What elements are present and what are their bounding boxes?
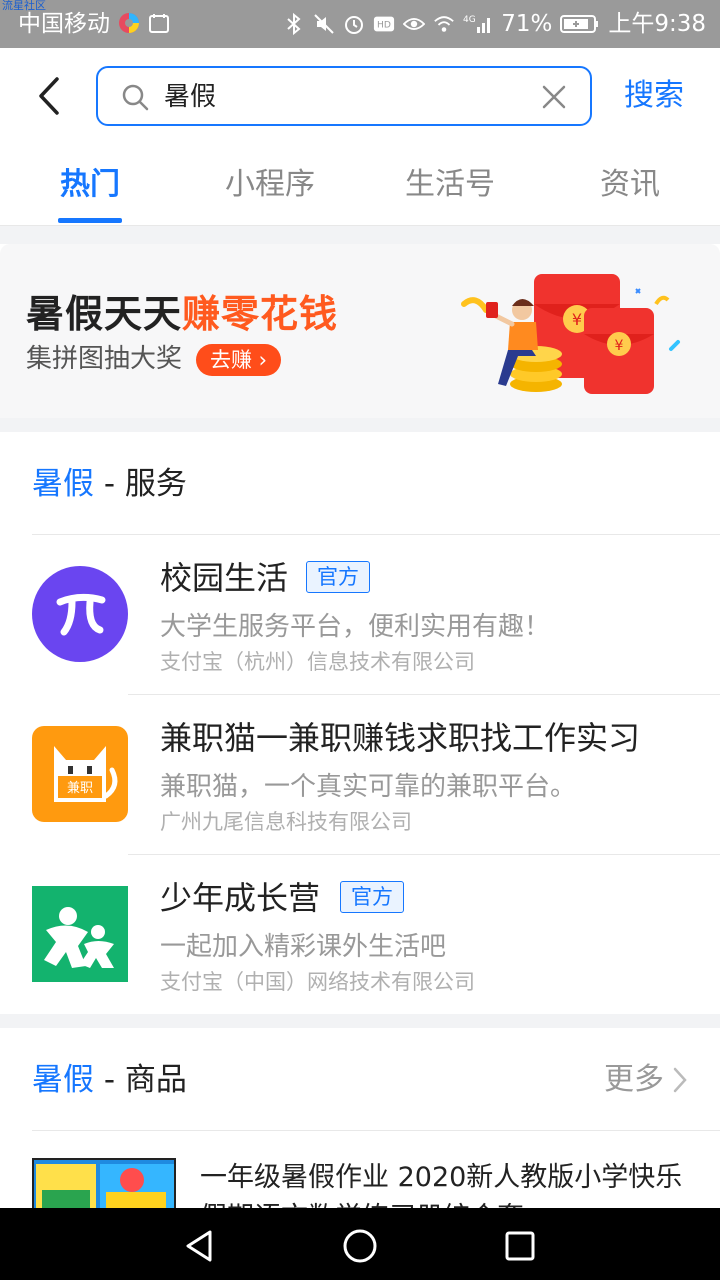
service-name: 兼职猫一兼职赚钱求职找工作实习 [160,719,641,757]
calendar-icon [148,12,170,34]
separator [0,226,720,244]
divider [32,1130,720,1131]
carrier-name: 中国移动 [18,11,110,37]
service-description: 兼职猫，一个真实可靠的兼职平台。 [160,772,577,802]
banner-cta-button[interactable]: 去赚 › [196,344,282,376]
svg-text:4G: 4G [463,15,476,25]
service-company: 广州九尾信息科技有限公司 [160,810,412,834]
divider [128,694,720,695]
nav-home-icon[interactable] [340,1226,380,1266]
battery-percent: 71% [501,11,553,37]
mute-icon [313,13,335,35]
search-header: 暑假 搜索 [0,48,720,148]
clock-time: 上午9:38 [608,11,706,37]
category-tabs: 热门 小程序 生活号 资讯 [0,148,720,226]
youth-camp-icon [32,886,128,982]
official-badge: 官方 [306,561,370,593]
more-button[interactable]: 更多 [604,1060,688,1100]
more-label: 更多 [604,1062,664,1097]
banner-subtitle: 集拼图抽大奖 [26,344,183,374]
hd-icon: HD [373,13,395,35]
alarm-icon [343,13,365,35]
back-button[interactable] [28,74,68,118]
service-name: 校园生活 [160,559,289,597]
workbook-cover-image [34,1160,174,1208]
chevron-right-icon [673,1067,687,1093]
divider [128,854,720,855]
wifi-icon [433,13,455,35]
chevron-left-icon [39,77,59,115]
svg-text:¥: ¥ [572,310,582,329]
signal-icon: 4G [463,13,493,35]
services-section-title: 暑假 - 服务 [32,466,187,502]
banner-title: 暑假天天赚零花钱 [26,292,339,336]
service-company: 支付宝（杭州）信息技术有限公司 [160,650,475,674]
goods-section-title: 暑假 - 商品 [32,1062,187,1098]
promo-banner[interactable]: 暑假天天赚零花钱 集拼图抽大奖 去赚 › ¥ ¥ [0,244,720,418]
tab-hot[interactable]: 热门 [0,166,180,204]
system-nav-bar [0,1208,720,1280]
service-company: 支付宝（中国）网络技术有限公司 [160,970,475,994]
search-query[interactable]: 暑假 [164,80,216,114]
eye-icon [403,13,426,35]
part-time-cat-icon: 兼职 [32,726,128,822]
product-thumbnail[interactable] [32,1158,176,1210]
active-tab-indicator [58,218,122,223]
nav-back-icon[interactable] [180,1226,220,1266]
svg-text:HD: HD [377,20,391,31]
service-description: 大学生服务平台，便利实用有趣！ [160,612,551,642]
clear-icon[interactable] [540,83,568,111]
search-button[interactable]: 搜索 [624,76,684,116]
nav-recents-icon[interactable] [500,1226,540,1266]
official-badge: 官方 [340,881,404,913]
service-description: 一起加入精彩课外生活吧 [160,932,447,962]
separator [0,418,720,432]
app-notification-icon [118,12,140,34]
battery-icon [560,13,600,35]
tab-mini-programs[interactable]: 小程序 [180,166,360,204]
bluetooth-icon [283,12,305,36]
tab-news[interactable]: 资讯 [540,166,720,204]
service-name: 少年成长营 [160,879,321,917]
separator [0,1014,720,1028]
svg-text:¥: ¥ [615,338,624,354]
search-icon [122,84,149,111]
status-bar: 流星社区 中国移动 HD 4G 71% 上午9:38 [0,0,720,48]
tab-life-accounts[interactable]: 生活号 [360,166,540,204]
divider [32,534,720,535]
search-input[interactable]: 暑假 [96,66,592,126]
red-envelope-illustration: ¥ ¥ [461,274,680,394]
campus-life-icon [32,566,128,662]
svg-text:兼职: 兼职 [67,781,93,796]
